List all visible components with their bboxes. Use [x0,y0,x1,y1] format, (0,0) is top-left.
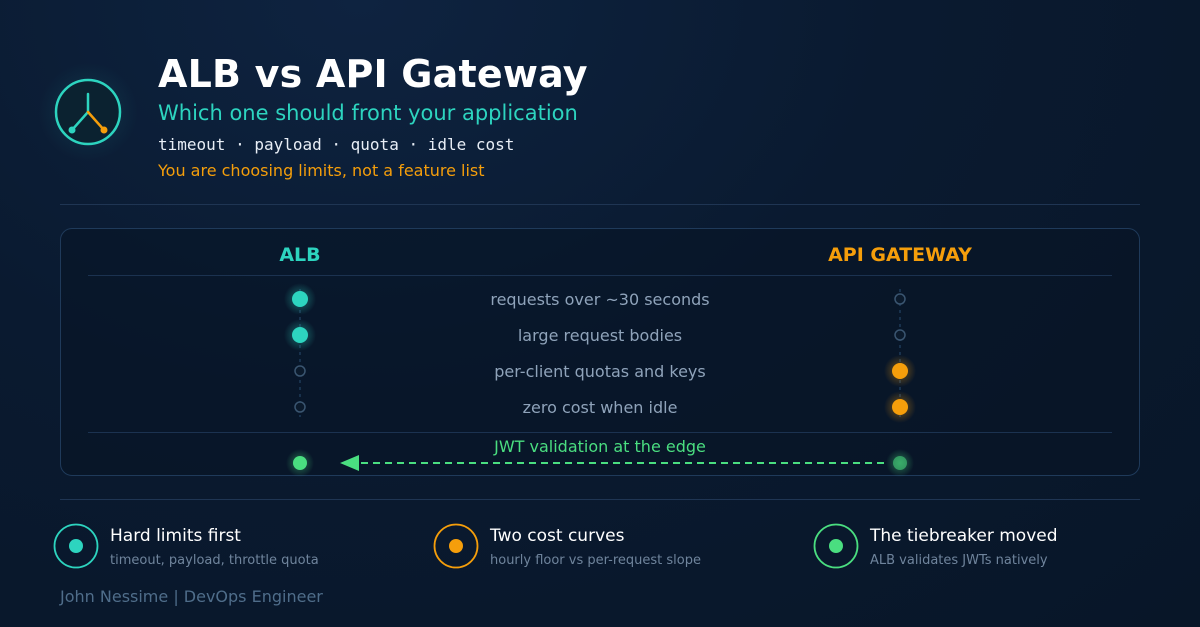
takeaway-subtitle-limits: timeout, payload, throttle quota [110,553,319,568]
row-label-idle-cost: zero cost when idle [522,398,678,417]
api-supported-marker [892,399,908,415]
green-target-icon [813,523,859,569]
amber-target-icon [433,523,479,569]
jwt-shift-label: JWT validation at the edge [494,437,706,456]
alb-supported-marker [292,291,308,307]
api-supported-marker [892,363,908,379]
jwt-target-marker [293,456,307,470]
author-credit: John Nessime | DevOps Engineer [60,587,323,606]
footer-divider [60,499,1140,500]
api-unsupported-marker [894,329,906,341]
row-label-long-requests: requests over ~30 seconds [490,290,710,309]
alb-unsupported-marker [294,365,306,377]
row-label-quotas: per-client quotas and keys [494,362,706,381]
takeaway-subtitle-tiebreaker: ALB validates JWTs natively [870,553,1048,568]
api-unsupported-marker [894,293,906,305]
takeaway-title-cost: Two cost curves [490,526,625,546]
alb-supported-marker [292,327,308,343]
jwt-shift-arrowhead [340,455,359,471]
teal-target-icon [53,523,99,569]
jwt-origin-marker [893,456,907,470]
takeaway-title-tiebreaker: The tiebreaker moved [870,526,1058,546]
takeaway-title-limits: Hard limits first [110,526,241,546]
row-label-large-bodies: large request bodies [517,326,683,345]
alb-unsupported-marker [294,401,306,413]
takeaway-subtitle-cost: hourly floor vs per-request slope [490,553,701,568]
